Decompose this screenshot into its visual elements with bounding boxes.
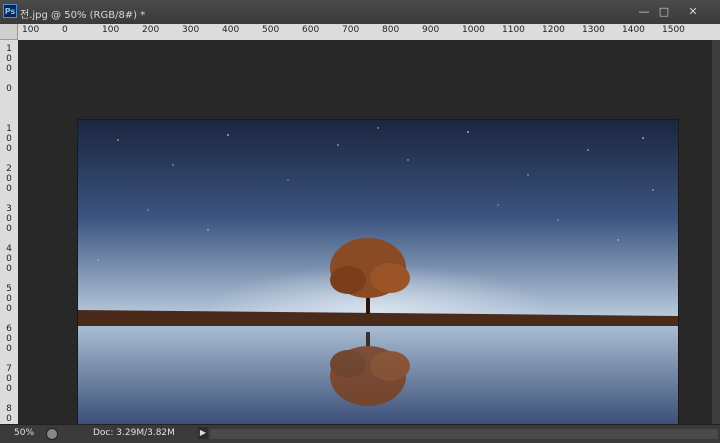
photoshop-app-icon: Ps bbox=[3, 4, 17, 18]
ruler-tick-label: 100 bbox=[22, 25, 40, 35]
horizontal-ruler[interactable]: 100 0 100 200 300 400 500 600 700 800 900 1000 1100 1… bbox=[18, 24, 720, 41]
ruler-tick-label: 500 bbox=[262, 25, 280, 35]
ruler-tick-label: 400 bbox=[6, 244, 12, 274]
restore-button[interactable]: □ bbox=[653, 5, 675, 19]
zoom-level-field[interactable]: 50% bbox=[14, 428, 34, 438]
minimize-button[interactable]: — bbox=[633, 5, 655, 19]
ruler-tick-label: 0 bbox=[6, 84, 12, 94]
ruler-tick-label: 200 bbox=[6, 164, 12, 194]
canvas-workspace[interactable] bbox=[18, 40, 720, 424]
ruler-tick-label: 1500 bbox=[662, 25, 685, 35]
document-title-bar[interactable]: Ps 전.jpg @ 50% (RGB/8#) * — □ ✕ bbox=[0, 0, 720, 25]
ruler-tick-label: 900 bbox=[422, 25, 440, 35]
vertical-scrollbar[interactable] bbox=[712, 40, 720, 424]
ruler-tick-label: 700 bbox=[342, 25, 360, 35]
ruler-tick-label: 1200 bbox=[542, 25, 565, 35]
ruler-tick-label: 100 bbox=[6, 124, 12, 154]
ruler-tick-label: 0 bbox=[62, 25, 68, 35]
status-menu-arrow-button[interactable]: ▶ bbox=[198, 427, 208, 439]
ruler-tick-label: 300 bbox=[6, 204, 12, 234]
ruler-tick-label: 1300 bbox=[582, 25, 605, 35]
document-size-info: Doc: 3.29M/3.82M bbox=[93, 428, 175, 438]
ruler-origin-corner[interactable] bbox=[0, 24, 18, 40]
ruler-tick-label: 700 bbox=[6, 364, 12, 394]
ruler-tick-label: 100 bbox=[6, 44, 12, 74]
ruler-tick-label: 200 bbox=[142, 25, 160, 35]
status-bar: 50% Doc: 3.29M/3.82M ▶ bbox=[0, 424, 720, 443]
ruler-tick-label: 800 bbox=[382, 25, 400, 35]
vertical-ruler[interactable]: 100 0 100 200 300 400 500 600 700 800 bbox=[0, 40, 19, 424]
ruler-tick-label: 600 bbox=[302, 25, 320, 35]
ruler-tick-label: 600 bbox=[6, 324, 12, 354]
status-info-icon[interactable] bbox=[46, 428, 58, 440]
ruler-tick-label: 1100 bbox=[502, 25, 525, 35]
ruler-tick-label: 100 bbox=[102, 25, 120, 35]
ruler-tick-label: 300 bbox=[182, 25, 200, 35]
ruler-tick-label: 1000 bbox=[462, 25, 485, 35]
ruler-tick-label: 400 bbox=[222, 25, 240, 35]
document-image[interactable] bbox=[78, 120, 678, 424]
ruler-tick-label: 800 bbox=[6, 404, 12, 424]
close-button[interactable]: ✕ bbox=[682, 5, 704, 19]
horizontal-scrollbar[interactable] bbox=[210, 429, 718, 439]
ruler-tick-label: 1400 bbox=[622, 25, 645, 35]
document-tab-title[interactable]: 전.jpg @ 50% (RGB/8#) * bbox=[20, 6, 145, 21]
ruler-tick-label: 500 bbox=[6, 284, 12, 314]
